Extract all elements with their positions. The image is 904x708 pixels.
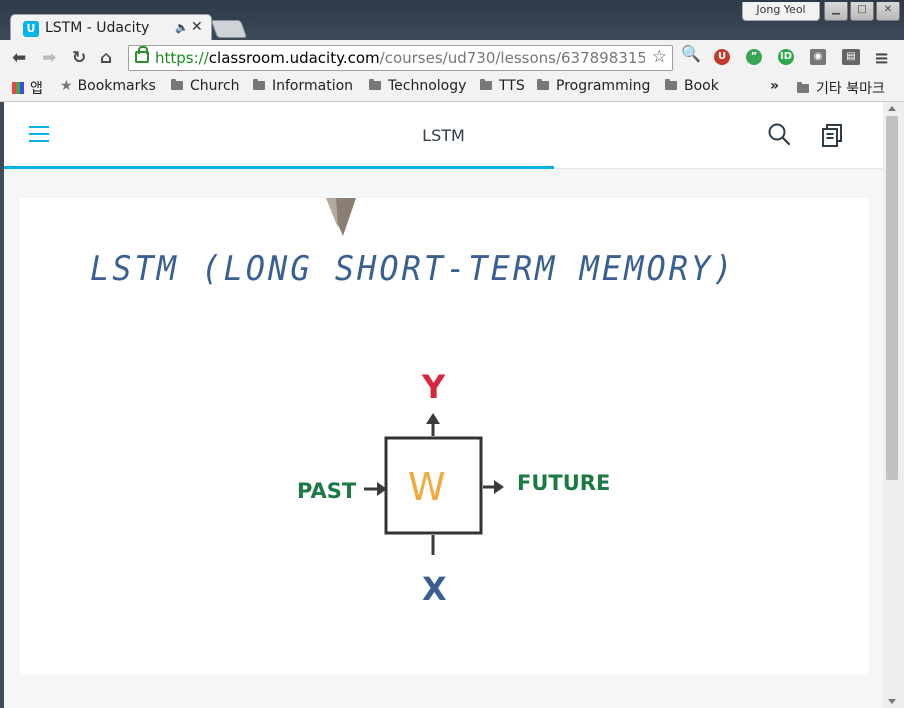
cell-label: W xyxy=(408,465,446,509)
quote-extension-icon[interactable]: ” xyxy=(746,49,762,65)
bookmark-tts[interactable]: TTS xyxy=(480,78,525,94)
folder-icon xyxy=(253,79,265,90)
title-bar: Jong Yeol ▁ □ ✕ U LSTM - Udacity 🔈 ✕ xyxy=(0,0,904,42)
video-heading: LSTM (LONG SHORT-TERM MEMORY) xyxy=(90,249,735,288)
future-arrowhead xyxy=(494,480,504,494)
past-label: PAST xyxy=(297,479,357,503)
page-title: LSTM xyxy=(422,126,465,145)
pen-icon xyxy=(326,198,356,236)
home-icon[interactable]: ⌂ xyxy=(100,48,112,68)
minimize-icon[interactable]: ▁ xyxy=(824,2,848,21)
output-arrowhead xyxy=(426,413,440,424)
apps-shortcut[interactable]: 앱 xyxy=(12,78,43,98)
lock-icon xyxy=(135,46,149,63)
folder-icon xyxy=(369,79,381,90)
ublock-extension-icon[interactable]: U xyxy=(714,49,730,65)
future-label: FUTURE xyxy=(517,471,610,495)
folder-icon xyxy=(665,79,677,90)
classroom-header: LSTM xyxy=(4,102,883,169)
folder-icon xyxy=(537,79,549,90)
back-icon[interactable]: ⬅ xyxy=(12,48,26,68)
browser-tab[interactable]: U LSTM - Udacity 🔈 ✕ xyxy=(10,14,212,42)
reload-icon[interactable]: ↻ xyxy=(72,48,86,68)
mode-extension-icon[interactable]: ▤ xyxy=(842,49,860,65)
scroll-thumb[interactable] xyxy=(886,116,898,480)
other-bookmarks[interactable]: 기타 북마크 xyxy=(797,78,885,98)
bookmarks-overflow-button[interactable]: » xyxy=(770,78,779,94)
magnifier-extension-icon[interactable]: 🔍 xyxy=(681,46,701,62)
lstm-whiteboard-drawing: LSTM (LONG SHORT-TERM MEMORY) Y W PAST F… xyxy=(90,198,735,608)
bookmarks-bar: 앱 ★ Bookmarks Church Information Technolo… xyxy=(0,75,904,102)
input-label: X xyxy=(422,570,447,608)
browser-toolbar: ⬅ ➡ ↻ ⌂ https://classroom.udacity.com/co… xyxy=(0,40,904,75)
folder-icon xyxy=(480,79,492,90)
search-icon[interactable] xyxy=(768,123,790,145)
id-extension-icon[interactable]: ID xyxy=(778,49,794,65)
page-scrollbar[interactable] xyxy=(883,102,904,708)
folder-icon xyxy=(797,82,809,93)
notes-icon[interactable] xyxy=(820,123,844,147)
tab-title: LSTM - Udacity xyxy=(45,20,150,36)
star-icon: ★ xyxy=(60,78,73,94)
apps-grid-icon xyxy=(12,82,24,94)
close-tab-icon[interactable]: ✕ xyxy=(191,19,203,35)
udacity-favicon-icon: U xyxy=(23,21,39,37)
scroll-up-icon[interactable] xyxy=(888,106,896,111)
classroom-page: LSTM LSTM (LONG SHORT-TERM MEMORY) Y W P… xyxy=(4,102,883,708)
output-label: Y xyxy=(421,368,446,406)
bookmark-programming[interactable]: Programming xyxy=(537,78,650,94)
bookmark-technology[interactable]: Technology xyxy=(369,78,466,94)
url-text[interactable]: https://classroom.udacity.com/courses/ud… xyxy=(155,49,645,67)
menu-icon[interactable]: ≡ xyxy=(874,48,889,69)
maximize-icon[interactable]: □ xyxy=(850,2,874,21)
bookmark-book[interactable]: Book xyxy=(665,78,719,94)
address-bar[interactable]: https://classroom.udacity.com/courses/ud… xyxy=(128,45,673,71)
new-tab-button[interactable] xyxy=(210,20,248,38)
camera-extension-icon[interactable]: ◉ xyxy=(810,49,826,65)
folder-icon xyxy=(171,79,183,90)
bookmark-information[interactable]: Information xyxy=(253,78,353,94)
bookmark-bookmarks[interactable]: ★ Bookmarks xyxy=(60,78,156,94)
close-window-icon[interactable]: ✕ xyxy=(876,2,900,21)
bookmark-star-icon[interactable]: ☆ xyxy=(652,47,667,67)
lesson-progress-bar xyxy=(4,166,554,169)
audio-playing-icon: 🔈 xyxy=(175,21,189,34)
scroll-down-icon[interactable] xyxy=(888,699,896,704)
lesson-video[interactable]: LSTM (LONG SHORT-TERM MEMORY) Y W PAST F… xyxy=(20,198,869,675)
forward-icon[interactable]: ➡ xyxy=(42,48,56,68)
profile-button[interactable]: Jong Yeol xyxy=(742,2,820,21)
bookmark-church[interactable]: Church xyxy=(171,78,240,94)
